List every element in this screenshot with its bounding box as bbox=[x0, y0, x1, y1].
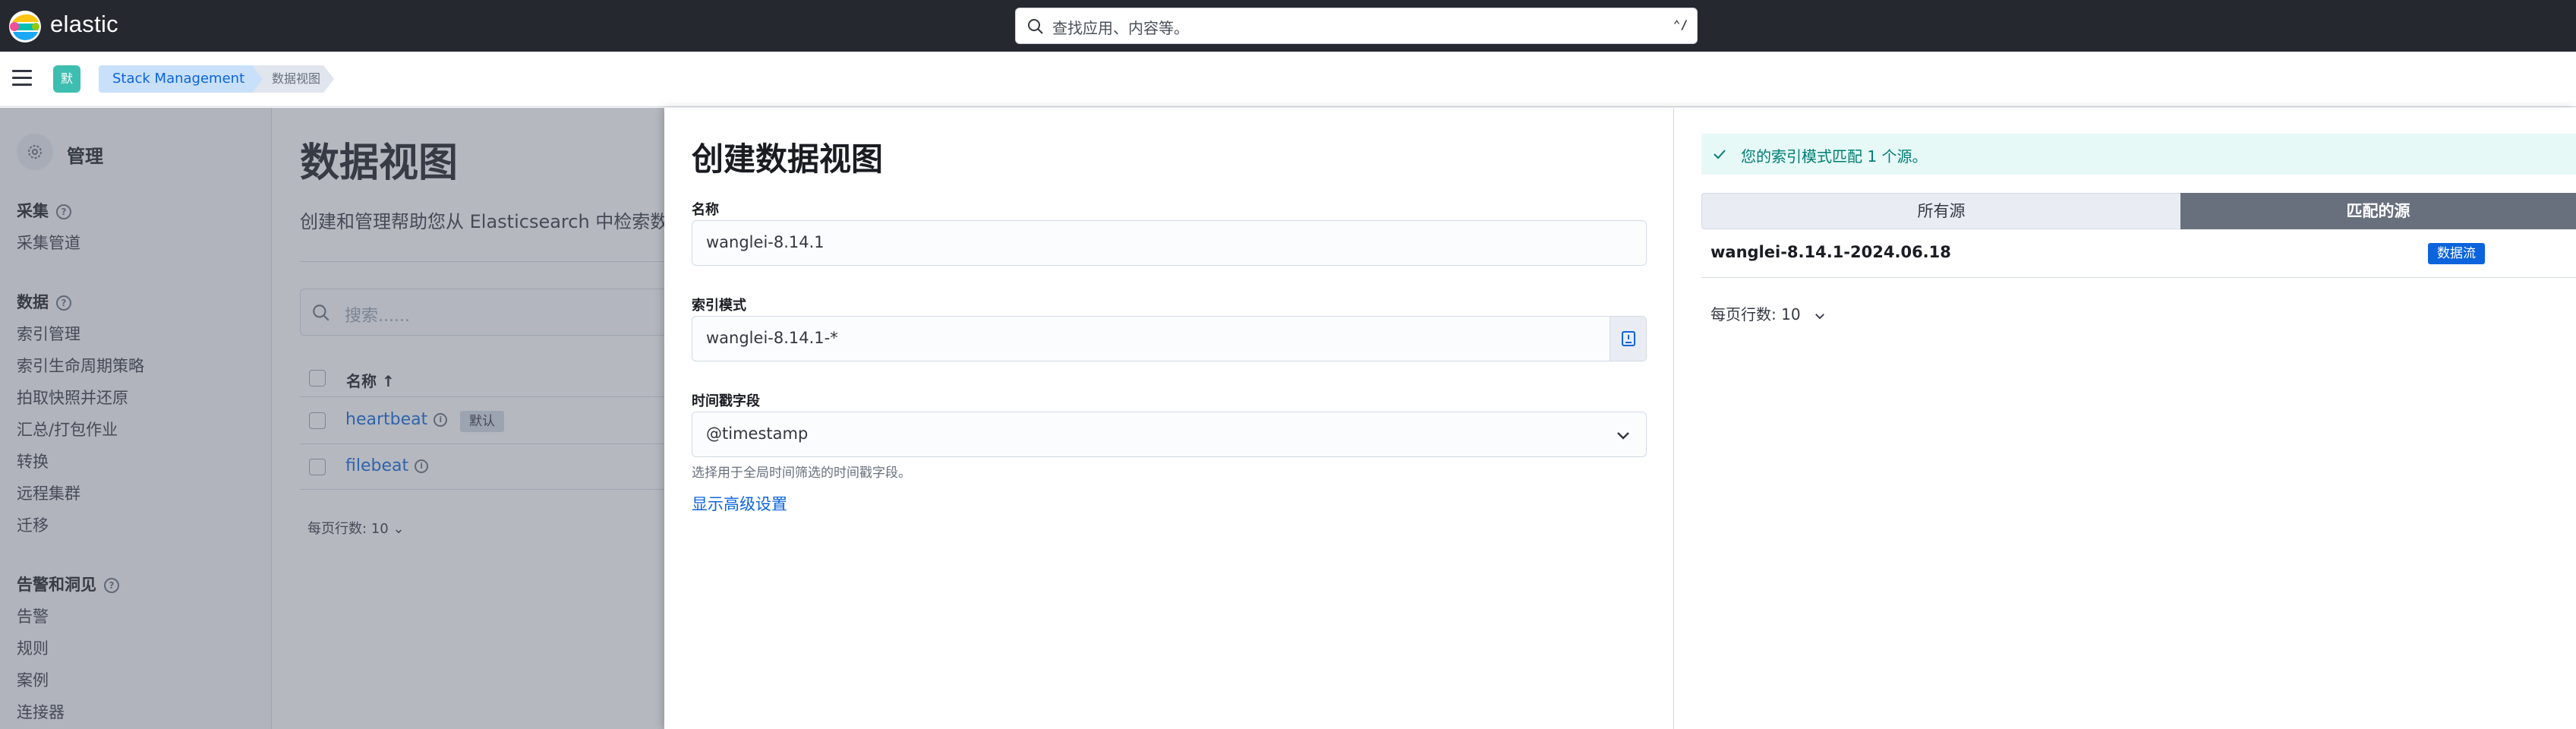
index-pattern-label: 索引模式 bbox=[692, 298, 746, 314]
timestamp-field-value: @timestamp bbox=[706, 424, 809, 443]
match-success-callout: 您的索引模式匹配 1 个源。 bbox=[1701, 134, 2576, 175]
chevron-down-icon bbox=[1617, 432, 1629, 440]
book-icon bbox=[1622, 331, 1635, 346]
flyout-form-panel: 创建数据视图 名称 wanglei-8.14.1 索引模式 wanglei-8.… bbox=[664, 108, 1674, 729]
space-avatar[interactable]: 默 bbox=[53, 65, 80, 93]
hamburger-menu-icon[interactable] bbox=[12, 70, 32, 87]
name-field[interactable]: wanglei-8.14.1 bbox=[692, 220, 1647, 266]
timestamp-field-select[interactable]: @timestamp bbox=[692, 412, 1647, 457]
source-name: wanglei-8.14.1-2024.06.18 bbox=[1711, 243, 1951, 261]
name-label: 名称 bbox=[692, 202, 719, 218]
breadcrumb-stack-management[interactable]: Stack Management bbox=[99, 65, 270, 93]
table-row: wanglei-8.14.1-2024.06.18 数据流 bbox=[1701, 229, 2576, 278]
source-tabs: 所有源 匹配的源 bbox=[1701, 193, 2576, 229]
name-value: wanglei-8.14.1 bbox=[706, 233, 825, 251]
check-icon bbox=[1714, 150, 1726, 159]
index-pattern-value: wanglei-8.14.1-* bbox=[706, 329, 838, 347]
tab-all-sources[interactable]: 所有源 bbox=[1701, 193, 2180, 229]
character-set-button[interactable] bbox=[1610, 317, 1646, 361]
create-data-view-flyout: 创建数据视图 名称 wanglei-8.14.1 索引模式 wanglei-8.… bbox=[664, 108, 2576, 729]
breadcrumb-bar: 默 Stack Management 数据视图 bbox=[0, 52, 2576, 107]
chevron-down-icon bbox=[1815, 313, 1824, 319]
index-pattern-field[interactable]: wanglei-8.14.1-* bbox=[692, 316, 1647, 361]
timestamp-field-label: 时间戳字段 bbox=[692, 393, 760, 409]
global-search-input[interactable]: 查找应用、内容等。 ⌃/ bbox=[1015, 8, 1698, 44]
timestamp-help-text: 选择用于全局时间筛选的时间戳字段。 bbox=[692, 465, 911, 481]
brand-name: elastic bbox=[50, 11, 118, 37]
matching-sources-panel: 您的索引模式匹配 1 个源。 所有源 匹配的源 wanglei-8.14.1-2… bbox=[1674, 108, 2576, 729]
search-icon bbox=[1028, 19, 1043, 34]
top-header: elastic 查找应用、内容等。 ⌃/ bbox=[0, 0, 2576, 52]
modal-overlay[interactable] bbox=[0, 108, 664, 729]
match-callout-text: 您的索引模式匹配 1 个源。 bbox=[1741, 147, 1928, 166]
flyout-title: 创建数据视图 bbox=[692, 140, 884, 178]
search-shortcut-hint: ⌃/ bbox=[1673, 17, 1688, 32]
rows-per-page-selector[interactable]: 每页行数: 10 bbox=[1711, 302, 1827, 324]
global-search-placeholder: 查找应用、内容等。 bbox=[1052, 19, 1189, 37]
breadcrumb-data-views: 数据视图 bbox=[252, 65, 334, 93]
elastic-logo-icon[interactable] bbox=[8, 9, 43, 44]
tab-matching-sources[interactable]: 匹配的源 bbox=[2180, 193, 2576, 229]
source-type-badge: 数据流 bbox=[2428, 243, 2485, 264]
show-advanced-settings-link[interactable]: 显示高级设置 bbox=[692, 492, 787, 515]
